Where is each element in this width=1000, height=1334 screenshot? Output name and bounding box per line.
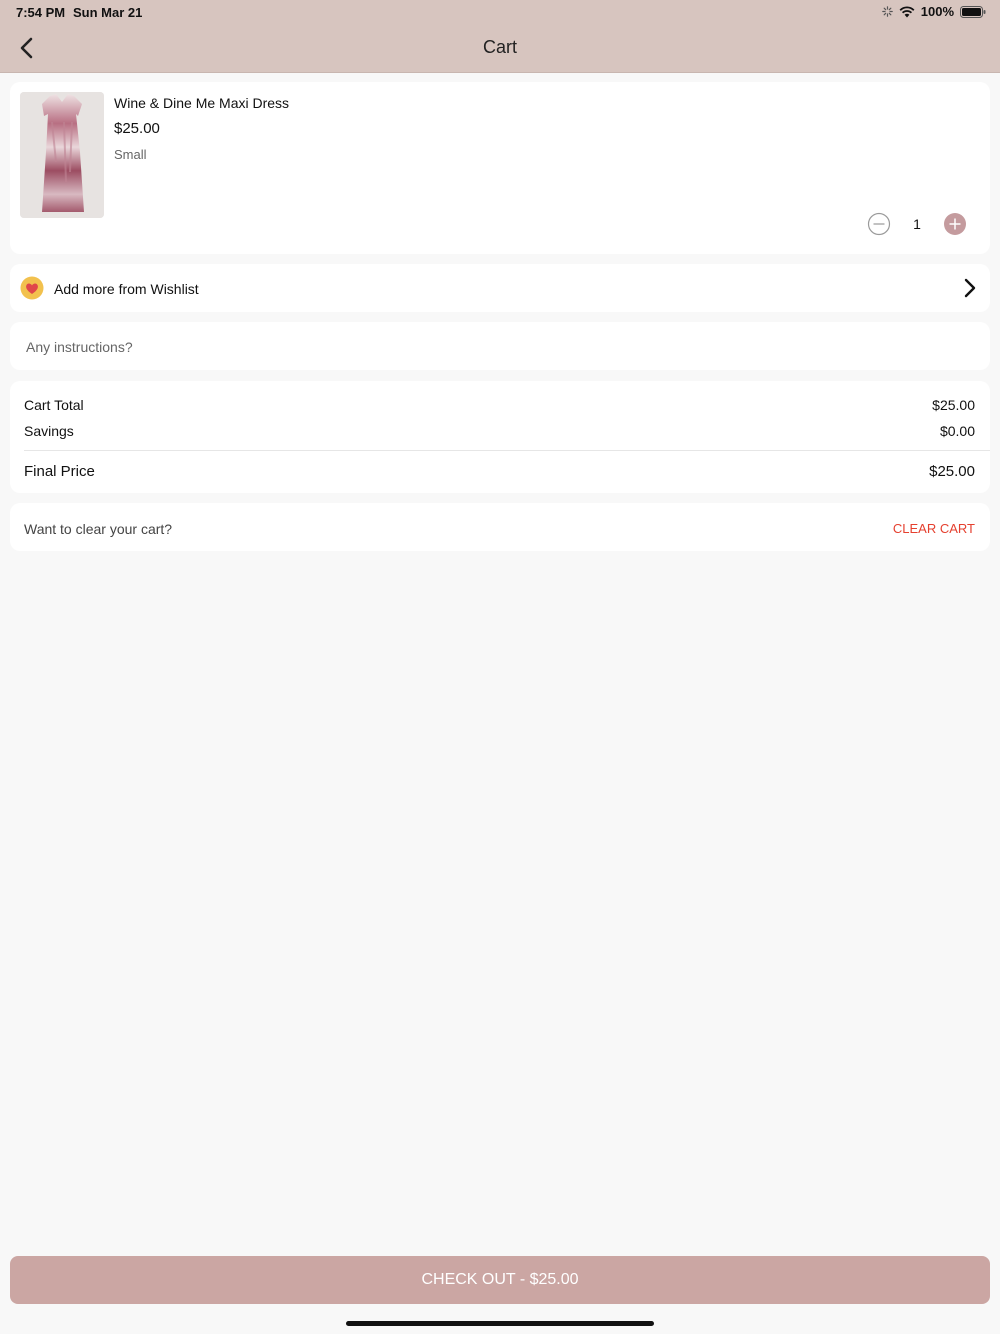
instructions-card: [10, 322, 990, 370]
home-indicator[interactable]: [346, 1321, 654, 1326]
dress-image-icon: [20, 92, 104, 218]
loading-indicator-icon: [881, 6, 893, 17]
status-icons: 100%: [881, 4, 986, 19]
checkout-button[interactable]: CHECK OUT - $25.00: [10, 1256, 990, 1304]
clear-cart-question: Want to clear your cart?: [24, 521, 173, 537]
chevron-right-icon: [964, 278, 976, 298]
status-date: Sun Mar 21: [73, 5, 143, 20]
savings-label: Savings: [24, 423, 74, 439]
savings-value: $0.00: [939, 423, 975, 439]
cart-total-label: Cart Total: [24, 397, 84, 413]
heart-icon: [20, 276, 44, 300]
quantity-value: 1: [913, 216, 921, 232]
battery-percent: 100%: [920, 4, 954, 19]
decrease-quantity-button[interactable]: [867, 212, 891, 236]
instructions-input[interactable]: [24, 332, 978, 362]
plus-circle-icon: [944, 213, 966, 235]
cart-item-card: Wine & Dine Me Maxi Dress $25.00 Small 1: [10, 82, 990, 254]
wishlist-label: Add more from Wishlist: [54, 281, 199, 297]
final-price-label: Final Price: [24, 463, 95, 480]
totals-divider: [24, 450, 990, 451]
minus-circle-icon: [867, 212, 891, 236]
navigation-bar: Cart: [0, 24, 1000, 73]
battery-icon: [960, 5, 986, 18]
product-price: $25.00: [114, 120, 160, 137]
add-from-wishlist-row[interactable]: Add more from Wishlist: [10, 264, 990, 312]
page-title: Cart: [482, 37, 517, 57]
product-image[interactable]: [20, 92, 104, 218]
product-size: Small: [114, 147, 147, 162]
cart-total-value: $25.00: [932, 397, 975, 413]
final-price-value: $25.00: [929, 463, 975, 480]
status-bar: 7:54 PM Sun Mar 21 100%: [0, 0, 1000, 24]
status-time: 7:54 PM: [16, 5, 66, 20]
clear-cart-card: Want to clear your cart? CLEAR CART: [10, 503, 990, 551]
totals-card: Cart Total $25.00 Savings $0.00 Final Pr…: [10, 381, 990, 493]
clear-cart-button[interactable]: CLEAR CART: [893, 521, 975, 536]
wifi-icon: [899, 5, 915, 17]
increase-quantity-button[interactable]: [943, 212, 967, 236]
product-name: Wine & Dine Me Maxi Dress: [114, 95, 290, 111]
